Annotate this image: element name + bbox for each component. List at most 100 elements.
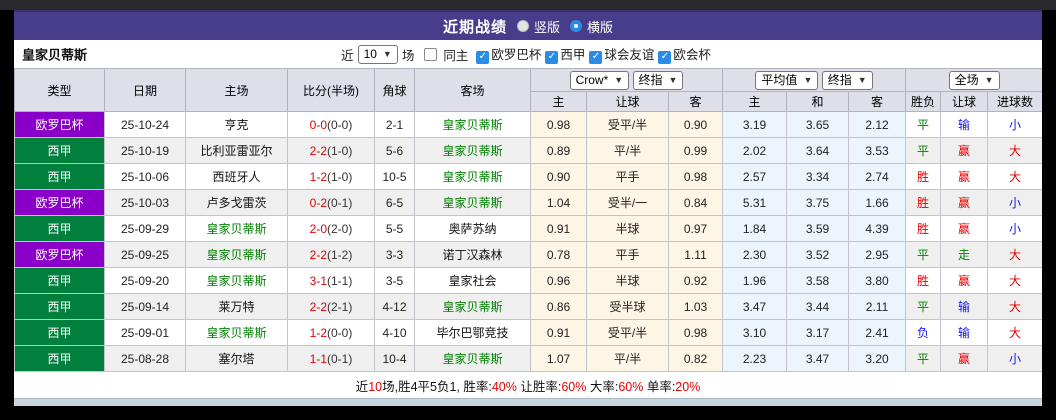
chevron-down-icon: ▼ <box>668 74 678 85</box>
halftime-score: (2-0) <box>327 221 353 236</box>
table-row: 欧罗巴杯 25-09-25 皇家贝蒂斯 2-2(1-2) 3-3 诺丁汉森林 0.78 平手 1… <box>14 241 1042 268</box>
average-select[interactable]: 平均值 ▼ <box>755 70 819 90</box>
away-team[interactable]: 皇家贝蒂斯 <box>414 111 531 138</box>
result-wdl: 平 <box>905 137 942 164</box>
corner-count: 4-10 <box>374 319 415 346</box>
league-checkbox[interactable]: ✓ <box>545 50 559 64</box>
fulltime-select[interactable]: 全场 ▼ <box>948 70 1000 90</box>
home-team[interactable]: 卢多戈雷茨 <box>185 189 288 216</box>
away-team[interactable]: 毕尔巴鄂竞技 <box>414 319 531 346</box>
home-team[interactable]: 莱万特 <box>185 293 288 320</box>
halftime-score: (1-0) <box>327 169 353 184</box>
col-header-home: 主场 <box>185 68 288 112</box>
away-team[interactable]: 皇家贝蒂斯 <box>414 163 531 190</box>
avg-draw: 3.47 <box>786 345 850 372</box>
home-team[interactable]: 亨克 <box>185 111 288 138</box>
home-team[interactable]: 皇家贝蒂斯 <box>185 319 288 346</box>
match-count-select[interactable]: 10 ▼ <box>357 44 398 64</box>
result-wdl: 胜 <box>905 189 942 216</box>
avg-draw: 3.58 <box>786 267 850 294</box>
score-cell[interactable]: 1-2(0-0) <box>287 319 375 346</box>
average-final-select[interactable]: 终指 ▼ <box>821 70 873 90</box>
corner-count: 5-6 <box>374 137 415 164</box>
odds-final-select[interactable]: 终指 ▼ <box>632 70 684 90</box>
away-team[interactable]: 诺丁汉森林 <box>414 241 531 268</box>
odds-away: 0.98 <box>667 163 724 190</box>
result-handicap: 赢 <box>940 215 989 242</box>
odds-away: 0.98 <box>667 319 724 346</box>
league-checkbox[interactable]: ✓ <box>658 50 672 64</box>
home-team[interactable]: 西班牙人 <box>185 163 288 190</box>
fulltime-score: 0-0 <box>309 117 327 132</box>
away-team[interactable]: 皇家贝蒂斯 <box>414 137 531 164</box>
handicap: 受平/半 <box>586 111 669 138</box>
odds-company-select[interactable]: Crow* ▼ <box>569 70 630 90</box>
home-team[interactable]: 皇家贝蒂斯 <box>185 267 288 294</box>
league-badge: 西甲 <box>14 293 105 320</box>
avg-draw: 3.65 <box>786 111 850 138</box>
result-goals: 大 <box>987 267 1042 294</box>
result-wdl: 平 <box>905 241 942 268</box>
footer-summary: 近10场,胜4平5负1, 胜率:40% 让胜率:60% 大率:60% 单率:20… <box>14 372 1042 398</box>
home-team[interactable]: 皇家贝蒂斯 <box>185 215 288 242</box>
avg-draw: 3.59 <box>786 215 850 242</box>
odds-away: 0.82 <box>667 345 724 372</box>
corner-count: 2-1 <box>374 111 415 138</box>
footer-segment: 60% <box>561 379 587 394</box>
score-cell[interactable]: 2-2(1-2) <box>287 241 375 268</box>
avg-home: 3.47 <box>722 293 788 320</box>
col-header-handicap-result: 让球 <box>940 91 989 112</box>
league-checkbox-label: 欧罗巴杯 <box>491 48 542 63</box>
avg-away: 2.41 <box>848 319 907 346</box>
score-cell[interactable]: 1-1(0-1) <box>287 345 375 372</box>
home-team[interactable]: 皇家贝蒂斯 <box>185 241 288 268</box>
away-team[interactable]: 皇家贝蒂斯 <box>414 345 531 372</box>
match-date: 25-10-06 <box>104 163 186 190</box>
home-team[interactable]: 塞尔塔 <box>185 345 288 372</box>
avg-away: 2.95 <box>848 241 907 268</box>
filter-controls: 近 10 ▼ 场 同主 ✓ 欧罗巴杯 ✓ 西甲 ✓ 球会友谊 ✓ 欧会杯 <box>341 44 715 64</box>
score-cell[interactable]: 2-2(2-1) <box>287 293 375 320</box>
handicap: 平/半 <box>586 137 669 164</box>
radio-unchecked-icon[interactable] <box>516 20 529 32</box>
result-handicap: 输 <box>940 293 989 320</box>
odds-home: 1.04 <box>530 189 587 216</box>
layout-radio-horizontal[interactable]: 横版 <box>570 17 613 36</box>
league-checkbox[interactable]: ✓ <box>476 50 490 64</box>
away-team[interactable]: 奥萨苏纳 <box>414 215 531 242</box>
match-date: 25-10-19 <box>104 137 186 164</box>
score-cell[interactable]: 3-1(1-1) <box>287 267 375 294</box>
handicap: 受平/半 <box>586 319 669 346</box>
radio-checked-icon[interactable] <box>570 20 582 32</box>
avg-home: 2.02 <box>722 137 788 164</box>
score-cell[interactable]: 1-2(1-0) <box>287 163 375 190</box>
result-handicap: 赢 <box>940 137 989 164</box>
league-filter-group: ✓ 欧罗巴杯 ✓ 西甲 ✓ 球会友谊 ✓ 欧会杯 <box>476 44 715 64</box>
table-row: 欧罗巴杯 25-10-24 亨克 0-0(0-0) 2-1 皇家贝蒂斯 0.98 受平/半 0.… <box>14 111 1042 138</box>
result-goals: 小 <box>987 345 1042 372</box>
away-team[interactable]: 皇家贝蒂斯 <box>414 189 531 216</box>
horizontal-scrollbar[interactable] <box>14 398 1042 406</box>
odds-away: 0.97 <box>667 215 724 242</box>
score-cell[interactable]: 0-2(0-1) <box>287 189 375 216</box>
handicap: 受半球 <box>586 293 669 320</box>
away-team[interactable]: 皇家社会 <box>414 267 531 294</box>
home-team[interactable]: 比利亚雷亚尔 <box>185 137 288 164</box>
score-cell[interactable]: 2-0(2-0) <box>287 215 375 242</box>
result-wdl: 负 <box>905 319 942 346</box>
odds-away: 0.92 <box>667 267 724 294</box>
away-team[interactable]: 皇家贝蒂斯 <box>414 293 531 320</box>
avg-away: 2.11 <box>848 293 907 320</box>
league-checkbox[interactable]: ✓ <box>589 50 603 64</box>
layout-radio-vertical[interactable]: 竖版 <box>516 17 560 36</box>
score-cell[interactable]: 0-0(0-0) <box>287 111 375 138</box>
fulltime-score: 2-2 <box>309 299 327 314</box>
handicap: 平/半 <box>586 345 669 372</box>
avg-draw: 3.44 <box>786 293 850 320</box>
fulltime-score: 2-2 <box>309 143 327 158</box>
avg-away: 1.66 <box>848 189 907 216</box>
score-cell[interactable]: 2-2(1-0) <box>287 137 375 164</box>
col-header-avg-draw: 和 <box>786 91 850 112</box>
same-home-checkbox[interactable] <box>424 47 438 61</box>
league-checkbox-label: 西甲 <box>560 48 586 63</box>
